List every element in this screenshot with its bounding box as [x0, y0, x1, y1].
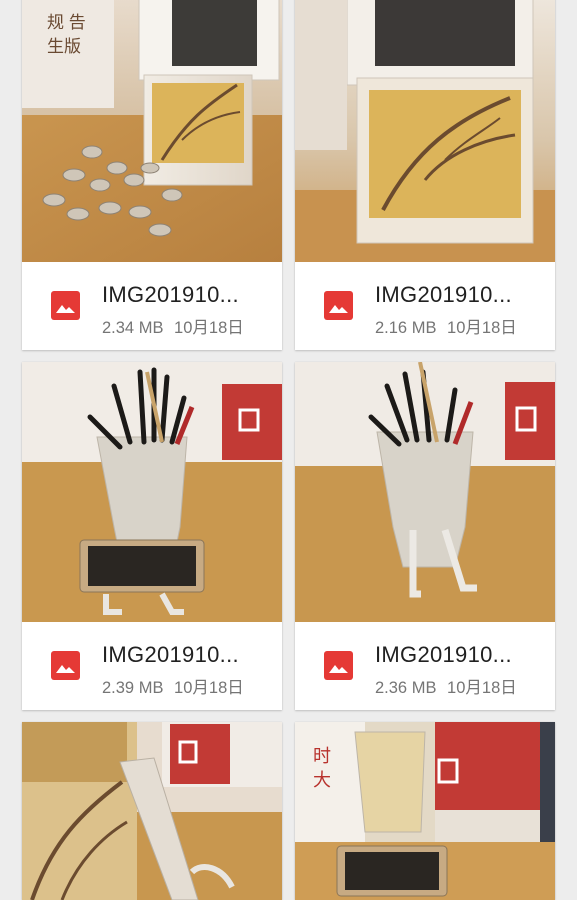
image-file-icon: [51, 651, 80, 680]
file-name: IMG201910...: [102, 282, 239, 307]
file-name: IMG201910...: [102, 642, 239, 667]
file-info[interactable]: IMG201910... 2.39 MB 10月18日: [22, 622, 282, 710]
file-info[interactable]: IMG201910... 2.16 MB 10月18日: [295, 262, 555, 350]
photo-thumbnail[interactable]: 规 告 生版: [22, 0, 282, 262]
file-card[interactable]: IMG201910... 2.39 MB 10月18日: [22, 362, 282, 710]
file-name: IMG201910...: [375, 642, 512, 667]
file-meta: 2.34 MB 10月18日: [102, 314, 244, 338]
file-meta: 2.16 MB 10月18日: [375, 314, 517, 338]
file-card[interactable]: 规 告 生版 IMG201910... 2.34 MB 10月18日: [22, 0, 282, 350]
file-card[interactable]: IMG201910... 2.36 MB 10月18日: [295, 362, 555, 710]
svg-text:规 告: 规 告: [47, 13, 86, 32]
file-info[interactable]: IMG201910... 2.34 MB 10月18日: [22, 262, 282, 350]
file-date: 10月18日: [174, 319, 244, 337]
file-date: 10月18日: [447, 319, 517, 337]
image-file-icon: [324, 651, 353, 680]
file-info[interactable]: IMG201910... 2.36 MB 10月18日: [295, 622, 555, 710]
file-meta: 2.36 MB 10月18日: [375, 674, 517, 698]
image-file-icon: [51, 291, 80, 320]
svg-text:生版: 生版: [47, 37, 81, 56]
file-grid: 规 告 生版 IMG201910... 2.34 MB 10月18日 IMG20…: [0, 0, 577, 900]
file-date: 10月18日: [447, 679, 517, 697]
svg-text:大: 大: [313, 770, 331, 790]
file-date: 10月18日: [174, 679, 244, 697]
file-size: 2.36 MB: [375, 679, 437, 697]
file-card[interactable]: IMG201910... 2.16 MB 10月18日: [295, 0, 555, 350]
file-meta: 2.39 MB 10月18日: [102, 674, 244, 698]
file-size: 2.16 MB: [375, 319, 437, 337]
file-name: IMG201910...: [375, 282, 512, 307]
photo-thumbnail[interactable]: [295, 362, 555, 622]
photo-thumbnail[interactable]: [295, 0, 555, 262]
file-card[interactable]: [22, 722, 282, 900]
image-file-icon: [324, 291, 353, 320]
photo-thumbnail[interactable]: [22, 362, 282, 622]
photo-thumbnail[interactable]: [22, 722, 282, 900]
photo-thumbnail[interactable]: 时 大: [295, 722, 555, 900]
file-size: 2.34 MB: [102, 319, 164, 337]
file-size: 2.39 MB: [102, 679, 164, 697]
svg-text:时: 时: [313, 746, 331, 766]
file-card[interactable]: 时 大: [295, 722, 555, 900]
